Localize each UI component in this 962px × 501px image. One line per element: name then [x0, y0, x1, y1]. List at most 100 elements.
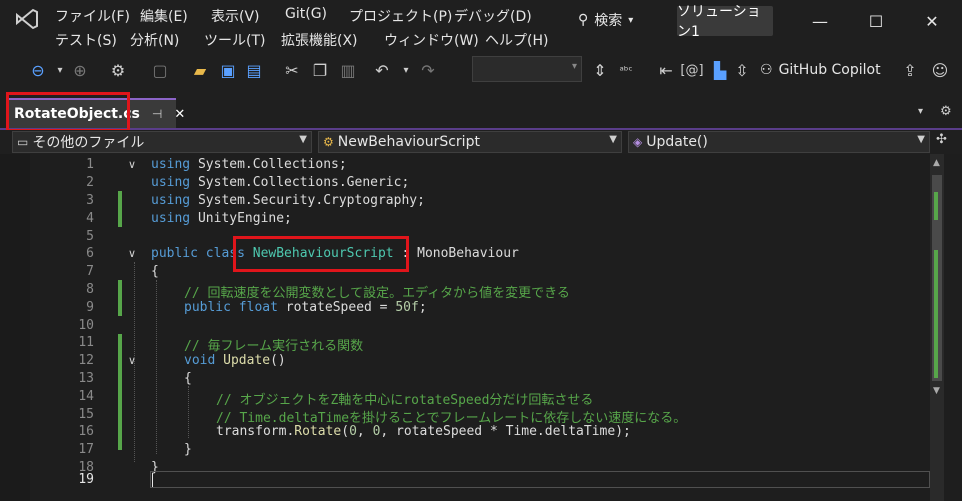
uncomment-icon[interactable]: ⇳	[732, 60, 752, 80]
line-number: 15	[78, 407, 94, 422]
undo-icon[interactable]: ↶	[372, 60, 392, 80]
menu-git[interactable]: Git(G)	[285, 6, 327, 22]
redo-icon[interactable]: ↷	[418, 60, 438, 80]
current-line-highlight	[150, 471, 930, 488]
line-number-current: 19	[78, 472, 94, 487]
chevron-down-icon: ▼	[917, 134, 925, 145]
menu-edit[interactable]: 編集(E)	[140, 6, 188, 26]
chevron-down-icon[interactable]: ▾	[918, 106, 923, 117]
code-line-9: public float rotateSpeed = 50f;	[184, 300, 427, 315]
split-editor-icon[interactable]: ✣	[936, 132, 947, 147]
save-all-icon[interactable]: ▤	[244, 60, 264, 80]
line-number: 17	[78, 442, 94, 457]
close-window-button[interactable]: ✕	[912, 6, 952, 36]
line-number: 2	[86, 175, 94, 190]
class-label: NewBehaviourScript	[337, 134, 480, 150]
menu-help[interactable]: ヘルプ(H)	[485, 30, 548, 50]
method-icon: ◈	[633, 135, 643, 149]
member-label: Update()	[646, 134, 708, 150]
solution-configuration-dropdown[interactable]: ▾	[472, 56, 582, 82]
github-copilot-button[interactable]: ⚇ GitHub Copilot	[760, 58, 881, 82]
line-number: 13	[78, 371, 94, 386]
change-indicator	[118, 191, 122, 227]
navigate-forward-icon[interactable]: ⊕	[70, 60, 90, 80]
scroll-up-icon[interactable]: ▲	[933, 158, 940, 168]
comment-icon[interactable]: ▙	[710, 60, 730, 80]
chevron-down-icon[interactable]: ▾	[396, 60, 416, 80]
menu-debug[interactable]: デバッグ(D)	[454, 6, 532, 26]
line-number: 14	[78, 389, 94, 404]
spell-check-icon[interactable]: ᵃᵇᶜ	[616, 60, 636, 80]
cut-icon[interactable]: ✂	[282, 60, 302, 80]
line-number: 10	[78, 318, 94, 333]
menu-window[interactable]: ウィンドウ(W)	[384, 30, 479, 50]
line-number: 3	[86, 193, 94, 208]
project-dropdown[interactable]: ▭ その他のファイル ▼	[12, 131, 312, 153]
line-number: 1	[86, 157, 94, 172]
open-folder-icon[interactable]: ▰	[190, 60, 210, 80]
minimize-button[interactable]: —	[800, 6, 840, 36]
class-dropdown[interactable]: ⚙ NewBehaviourScript ▼	[318, 131, 622, 153]
change-indicator	[118, 334, 122, 450]
code-line-7: {	[151, 264, 159, 279]
line-number: 6	[86, 246, 94, 261]
solution-name-badge[interactable]: ソリューション1	[677, 4, 773, 40]
copy-icon[interactable]: ❐	[310, 60, 330, 80]
highlight-box-tab	[6, 92, 130, 132]
line-number: 16	[78, 424, 94, 439]
class-icon: ⚙	[323, 135, 334, 149]
paste-icon[interactable]: ▥	[338, 60, 358, 80]
line-number: 11	[78, 335, 94, 350]
menu-file[interactable]: ファイル(F)	[55, 6, 130, 26]
scrollbar-change-marker	[934, 192, 938, 220]
scroll-down-icon[interactable]: ▼	[933, 386, 940, 396]
code-line-17: }	[184, 442, 192, 457]
save-icon[interactable]: ▣	[218, 60, 238, 80]
chevron-down-icon[interactable]: ▾	[50, 60, 70, 80]
visual-studio-logo-icon	[14, 8, 40, 30]
member-dropdown[interactable]: ◈ Update() ▼	[628, 131, 930, 153]
line-number: 12	[78, 353, 94, 368]
format-icon[interactable]: ⇕	[590, 60, 610, 80]
gear-icon[interactable]: ⚙	[940, 104, 952, 119]
code-editor[interactable]	[0, 154, 962, 501]
search-button[interactable]: ⚲ 検索 ▾	[578, 6, 633, 34]
new-project-icon[interactable]: ⚙	[108, 60, 128, 80]
scope-guide	[188, 386, 190, 438]
code-line-14: // オブジェクトをZ軸を中心にrotateSpeed分だけ回転させる	[216, 393, 594, 408]
scope-guide	[134, 262, 136, 462]
indent-icon[interactable]: ⇤	[656, 60, 676, 80]
close-tab-icon[interactable]: ✕	[174, 107, 185, 122]
line-number: 9	[86, 300, 94, 315]
maximize-button[interactable]: ☐	[856, 6, 896, 36]
text-caret	[152, 473, 153, 487]
add-item-icon[interactable]: ▢	[150, 60, 170, 80]
code-line-3: using System.Security.Cryptography;	[151, 193, 425, 208]
share-icon[interactable]: ⇪	[900, 60, 920, 80]
at-icon[interactable]: [@]	[680, 60, 703, 80]
menu-tools[interactable]: ツール(T)	[204, 30, 265, 50]
navigate-back-icon[interactable]: ⊖	[28, 60, 48, 80]
collapse-icon[interactable]: ∨	[128, 158, 136, 171]
line-number: 7	[86, 264, 94, 279]
close-icon: ✕	[925, 11, 939, 31]
maximize-icon: ☐	[868, 11, 884, 31]
line-number: 4	[86, 211, 94, 226]
code-line-16: transform.Rotate(0, 0, rotateSpeed * Tim…	[216, 424, 631, 439]
menu-project[interactable]: プロジェクト(P)	[349, 6, 452, 26]
menu-extensions[interactable]: 拡張機能(X)	[281, 30, 358, 50]
menu-view[interactable]: 表示(V)	[211, 6, 260, 26]
highlight-box-class-name	[233, 236, 409, 272]
code-line-13: {	[184, 371, 192, 386]
minimize-icon: —	[812, 11, 828, 31]
menu-test[interactable]: テスト(S)	[55, 30, 117, 50]
project-label: その他のファイル	[32, 135, 145, 151]
code-line-12: void Update()	[184, 353, 286, 368]
copilot-icon: ⚇	[760, 62, 773, 78]
pin-icon[interactable]: ⊣	[152, 107, 162, 121]
collapse-icon[interactable]: ∨	[128, 247, 136, 260]
feedback-icon[interactable]: ☺	[930, 60, 950, 80]
code-line-11: // 毎フレーム実行される関数	[184, 339, 364, 354]
code-line-1: using System.Collections;	[151, 157, 347, 172]
menu-analyze[interactable]: 分析(N)	[130, 30, 179, 50]
